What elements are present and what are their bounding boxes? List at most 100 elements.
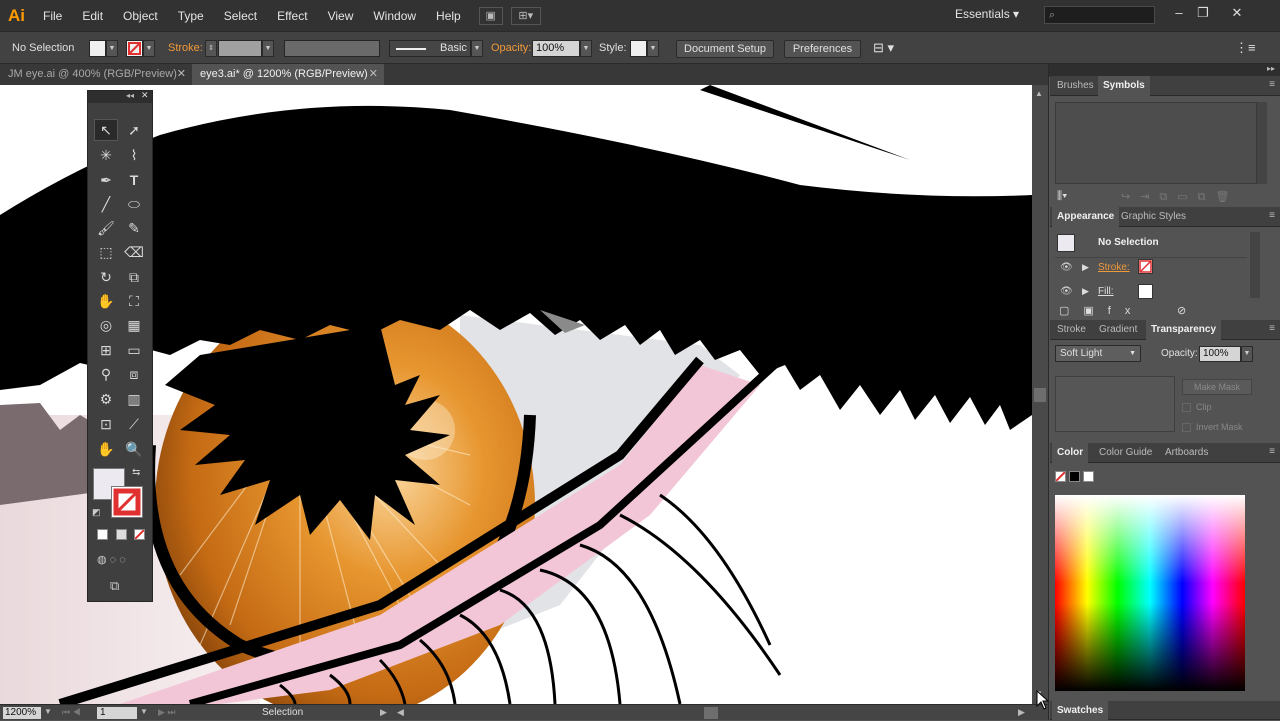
- symbols-list[interactable]: [1055, 102, 1257, 184]
- stroke-swatch[interactable]: [126, 40, 143, 57]
- tab-stroke[interactable]: Stroke: [1052, 320, 1091, 340]
- menu-effect[interactable]: Effect: [267, 9, 317, 23]
- pen-tool-icon[interactable]: ✒: [94, 169, 118, 191]
- panel-menu-icon[interactable]: ≡: [1269, 79, 1275, 90]
- pencil-tool-icon[interactable]: ✎: [122, 217, 146, 239]
- bridge-icon[interactable]: ▣: [478, 6, 503, 25]
- artboard-tool-icon[interactable]: ⊡: [94, 413, 118, 435]
- zoom-tool-icon[interactable]: 🔍: [122, 438, 146, 460]
- appearance-stroke-label[interactable]: Stroke:: [1098, 262, 1130, 273]
- minimize-icon[interactable]: –: [1168, 4, 1190, 22]
- color-spectrum[interactable]: [1055, 495, 1245, 691]
- style-swatch[interactable]: [630, 40, 647, 57]
- collapse-icon[interactable]: ◂◂: [126, 91, 134, 100]
- tab-artboards[interactable]: Artboards: [1160, 443, 1213, 463]
- tools-panel-header[interactable]: ◂◂ ✕: [88, 90, 152, 103]
- stroke-label[interactable]: Stroke:: [168, 42, 203, 54]
- invert-mask-checkbox[interactable]: [1182, 423, 1191, 432]
- lasso-tool-icon[interactable]: ⌇: [122, 144, 146, 166]
- vertical-scroll-thumb[interactable]: [1034, 388, 1046, 402]
- menu-help[interactable]: Help: [426, 9, 471, 23]
- eyedropper-tool-icon[interactable]: ⚲: [94, 363, 118, 385]
- stroke-dropdown[interactable]: ▼: [143, 40, 155, 57]
- vertical-scrollbar[interactable]: ▲ ▼: [1032, 85, 1048, 704]
- brush-definition[interactable]: Basic: [389, 40, 471, 57]
- workspace-switcher[interactable]: Essentials ▾: [955, 7, 1019, 21]
- transparency-opacity-field[interactable]: 100%: [1199, 346, 1241, 362]
- appearance-fill-label[interactable]: Fill:: [1098, 286, 1114, 297]
- fill-dropdown[interactable]: ▼: [106, 40, 118, 57]
- close-window-icon[interactable]: ✕: [1226, 4, 1248, 22]
- make-mask-button[interactable]: Make Mask: [1182, 379, 1252, 395]
- fill-swatch[interactable]: [89, 40, 106, 57]
- none-color-swatch[interactable]: [1055, 471, 1066, 482]
- type-tool-icon[interactable]: T: [122, 169, 146, 191]
- appearance-fill-swatch[interactable]: [1138, 284, 1153, 299]
- preferences-button[interactable]: Preferences: [784, 40, 861, 58]
- appearance-actions-icon[interactable]: ▢▣fx: [1059, 304, 1144, 317]
- status-menu-icon[interactable]: ▶: [380, 707, 387, 718]
- search-input[interactable]: ⌕: [1044, 6, 1155, 24]
- zoom-dropdown[interactable]: ▼: [44, 707, 52, 716]
- stroke-color-box[interactable]: [111, 486, 143, 518]
- appearance-scrollbar[interactable]: [1250, 232, 1260, 298]
- perspective-grid-tool-icon[interactable]: ▦: [122, 314, 146, 336]
- stroke-weight-field[interactable]: [218, 40, 262, 57]
- ellipse-tool-icon[interactable]: ⬭: [122, 193, 146, 215]
- first-artboard-icon[interactable]: ⏮ ◀: [62, 707, 81, 718]
- gradient-tool-icon[interactable]: ▭: [122, 339, 146, 361]
- tab-brushes[interactable]: Brushes: [1052, 76, 1099, 96]
- stroke-weight-stepper[interactable]: ⇕: [205, 40, 217, 57]
- color-mode-icon[interactable]: [97, 529, 108, 540]
- clear-appearance-icon[interactable]: ⊘: [1177, 304, 1186, 317]
- scale-tool-icon[interactable]: ⧉: [122, 266, 146, 288]
- default-fill-stroke-icon[interactable]: ◩: [92, 507, 101, 518]
- opacity-field[interactable]: 100%: [532, 40, 580, 57]
- control-panel-menu-icon[interactable]: ⋮≡: [1235, 40, 1256, 56]
- arrange-documents-icon[interactable]: ⊞▾: [510, 6, 541, 25]
- width-tool-icon[interactable]: ✋: [94, 290, 118, 312]
- scroll-left-icon[interactable]: ◀: [397, 707, 404, 718]
- opacity-dropdown[interactable]: ▼: [580, 40, 592, 57]
- panel-menu-icon[interactable]: ≡: [1269, 446, 1275, 457]
- style-dropdown[interactable]: ▼: [647, 40, 659, 57]
- last-artboard-icon[interactable]: ▶ ⏭: [158, 707, 176, 718]
- swap-fill-stroke-icon[interactable]: ⇆: [132, 467, 140, 478]
- menu-edit[interactable]: Edit: [72, 9, 113, 23]
- close-tab-icon[interactable]: ✕: [177, 64, 186, 85]
- slice-tool-icon[interactable]: ⟋: [122, 413, 146, 435]
- draw-normal-icon[interactable]: ◍ ◌ ◌: [97, 553, 126, 566]
- menu-select[interactable]: Select: [214, 9, 267, 23]
- hand-tool-icon[interactable]: ✋: [94, 438, 118, 460]
- artboard-dropdown[interactable]: ▼: [140, 707, 148, 716]
- document-setup-button[interactable]: Document Setup: [676, 40, 774, 58]
- blend-tool-icon[interactable]: ⧈: [122, 363, 146, 385]
- rotate-tool-icon[interactable]: ↻: [94, 266, 118, 288]
- restore-icon[interactable]: ❐: [1192, 4, 1214, 22]
- arrange-icon[interactable]: ⊟ ▾: [873, 40, 894, 56]
- symbols-scrollbar[interactable]: [1257, 102, 1267, 184]
- white-color-swatch[interactable]: [1083, 471, 1094, 482]
- brush-dropdown[interactable]: ▼: [471, 40, 483, 57]
- tab-gradient[interactable]: Gradient: [1094, 320, 1142, 340]
- direct-selection-tool-icon[interactable]: ➚: [122, 119, 146, 141]
- tab-appearance[interactable]: Appearance: [1052, 207, 1120, 227]
- stroke-weight-dropdown[interactable]: ▼: [262, 40, 274, 57]
- variable-width-profile[interactable]: [284, 40, 380, 57]
- menu-object[interactable]: Object: [113, 9, 168, 23]
- opacity-label[interactable]: Opacity:: [491, 42, 531, 54]
- magic-wand-tool-icon[interactable]: ✳: [94, 144, 118, 166]
- clip-checkbox[interactable]: [1182, 403, 1191, 412]
- tab-color[interactable]: Color: [1052, 443, 1089, 463]
- menu-file[interactable]: File: [33, 9, 72, 23]
- mesh-tool-icon[interactable]: ⊞: [94, 339, 118, 361]
- selection-tool-icon[interactable]: ↖: [94, 119, 118, 141]
- blend-mode-select[interactable]: Soft Light ▼: [1055, 345, 1141, 362]
- close-panel-icon[interactable]: ✕: [141, 90, 149, 101]
- line-tool-icon[interactable]: ╱: [94, 193, 118, 215]
- panel-menu-icon[interactable]: ≡: [1269, 210, 1275, 221]
- visibility-eye-icon[interactable]: 👁: [1060, 262, 1073, 273]
- screen-mode-icon[interactable]: ⧉: [110, 578, 119, 594]
- symbol-sprayer-tool-icon[interactable]: ⚙: [94, 388, 118, 410]
- column-graph-tool-icon[interactable]: ▥: [122, 388, 146, 410]
